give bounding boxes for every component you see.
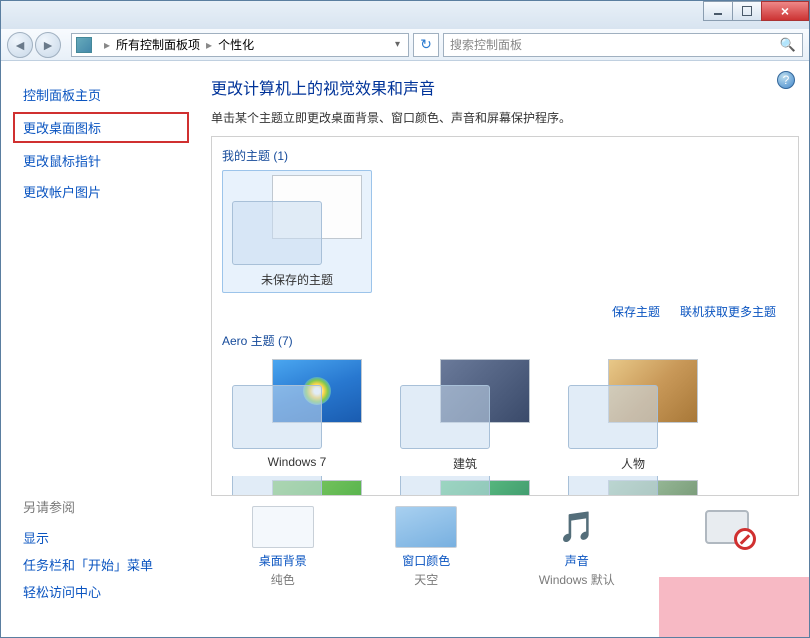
theme-thumbnail: [232, 480, 362, 495]
theme-thumbnail: [232, 359, 362, 449]
setting-value: 纯色: [271, 571, 295, 588]
breadcrumb-item[interactable]: 个性化: [218, 36, 254, 53]
group-aero-themes: Aero 主题 (7): [222, 332, 788, 349]
navbar: ◄ ► ▸ 所有控制面板项 ▸ 个性化 ▾ ↻ 搜索控制面板 🔍: [1, 29, 809, 61]
sound-setting[interactable]: 🎵 声音 Windows 默认: [539, 506, 615, 588]
overlay-block: [659, 577, 809, 637]
theme-name: Windows 7: [268, 455, 327, 469]
setting-label: 声音: [565, 552, 589, 569]
see-also-taskbar[interactable]: 任务栏和「开始」菜单: [23, 551, 179, 578]
sidebar-link-desktop-icons[interactable]: 更改桌面图标: [13, 112, 189, 143]
help-icon[interactable]: ?: [777, 71, 795, 89]
group-my-themes: 我的主题 (1): [222, 147, 788, 164]
address-bar[interactable]: ▸ 所有控制面板项 ▸ 个性化 ▾: [71, 33, 409, 57]
address-dropdown-icon[interactable]: ▾: [391, 39, 404, 50]
see-also-heading: 另请参阅: [23, 497, 179, 516]
minimize-button[interactable]: [703, 1, 733, 21]
theme-item-partial[interactable]: [222, 476, 372, 495]
close-button[interactable]: ×: [761, 1, 809, 21]
screensaver-icon: [696, 506, 758, 548]
theme-item-architecture[interactable]: 建筑: [390, 355, 540, 476]
search-input[interactable]: 搜索控制面板 🔍: [443, 33, 803, 57]
theme-item-windows7[interactable]: Windows 7: [222, 355, 372, 476]
see-also-display[interactable]: 显示: [23, 524, 179, 551]
control-panel-icon: [76, 37, 92, 53]
theme-item-unsaved[interactable]: 未保存的主题: [222, 170, 372, 293]
screensaver-setting[interactable]: [696, 506, 758, 588]
page-subtitle: 单击某个主题立即更改桌面背景、窗口颜色、声音和屏幕保护程序。: [211, 109, 799, 126]
window-color-setting[interactable]: 窗口颜色 天空: [395, 506, 457, 588]
desktop-background-setting[interactable]: 桌面背景 纯色: [252, 506, 314, 588]
themes-scroll[interactable]: 我的主题 (1) 未保存的主题 保存主题 联机获取更多主题 Aero: [212, 137, 798, 495]
search-placeholder: 搜索控制面板: [450, 36, 522, 53]
save-theme-link[interactable]: 保存主题: [612, 303, 660, 320]
theme-thumbnail: [400, 480, 530, 495]
theme-name: 建筑: [453, 455, 477, 472]
sidebar-link-home[interactable]: 控制面板主页: [1, 79, 201, 110]
bottom-settings-bar: 桌面背景 纯色 窗口颜色 天空 🎵 声音 Windows 默认: [211, 496, 799, 588]
window-buttons: ×: [704, 1, 809, 21]
theme-thumbnail: [568, 359, 698, 449]
breadcrumb-sep: ▸: [104, 38, 110, 52]
theme-thumbnail: [568, 480, 698, 495]
theme-thumbnail: [400, 359, 530, 449]
get-more-themes-link[interactable]: 联机获取更多主题: [680, 303, 776, 320]
setting-label: 桌面背景: [259, 552, 307, 569]
setting-value: Windows 默认: [539, 571, 615, 588]
desktop-bg-icon: [252, 506, 314, 548]
maximize-button[interactable]: [732, 1, 762, 21]
forward-button[interactable]: ►: [35, 32, 61, 58]
see-also-section: 另请参阅 显示 任务栏和「开始」菜单 轻松访问中心: [1, 497, 201, 619]
setting-value: 天空: [414, 571, 438, 588]
sidebar-link-account-picture[interactable]: 更改帐户图片: [1, 176, 201, 207]
theme-name: 人物: [621, 455, 645, 472]
main-content: ? 更改计算机上的视觉效果和声音 单击某个主题立即更改桌面背景、窗口颜色、声音和…: [201, 61, 809, 637]
setting-label: 窗口颜色: [402, 552, 450, 569]
titlebar: ×: [1, 1, 809, 29]
refresh-button[interactable]: ↻: [413, 33, 439, 57]
search-icon[interactable]: 🔍: [780, 37, 796, 53]
breadcrumb-sep: ▸: [206, 38, 212, 52]
sidebar-link-mouse-pointers[interactable]: 更改鼠标指针: [1, 145, 201, 176]
theme-name: 未保存的主题: [261, 271, 333, 288]
personalization-window: × ◄ ► ▸ 所有控制面板项 ▸ 个性化 ▾ ↻ 搜索控制面板 🔍 控制面板主…: [0, 0, 810, 638]
breadcrumb-item[interactable]: 所有控制面板项: [116, 36, 200, 53]
theme-thumbnail: [232, 175, 362, 265]
see-also-ease-of-access[interactable]: 轻松访问中心: [23, 578, 179, 605]
window-color-icon: [395, 506, 457, 548]
sound-icon: 🎵: [546, 506, 608, 548]
theme-actions: 保存主题 联机获取更多主题: [222, 303, 776, 320]
themes-panel: 我的主题 (1) 未保存的主题 保存主题 联机获取更多主题 Aero: [211, 136, 799, 496]
sidebar: 控制面板主页 更改桌面图标 更改鼠标指针 更改帐户图片 另请参阅 显示 任务栏和…: [1, 61, 201, 637]
page-title: 更改计算机上的视觉效果和声音: [211, 75, 799, 99]
theme-item-characters[interactable]: 人物: [558, 355, 708, 476]
theme-item-partial[interactable]: [558, 476, 708, 495]
theme-item-partial[interactable]: [390, 476, 540, 495]
back-button[interactable]: ◄: [7, 32, 33, 58]
